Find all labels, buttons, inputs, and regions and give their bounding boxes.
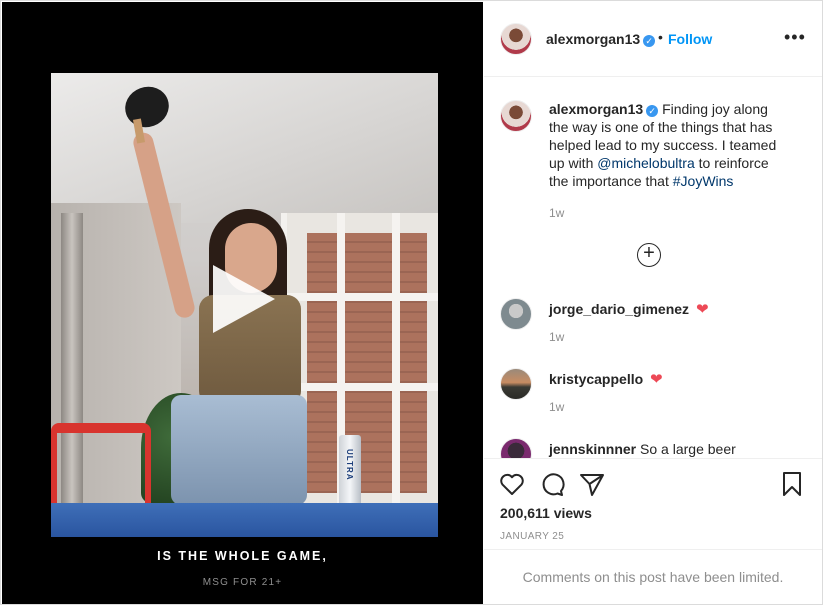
comment-body: So a large beer (640, 441, 736, 457)
video-caption-sub: MSG FOR 21+ (202, 577, 283, 588)
video-caption-main: IS THE WHOLE GAME, (157, 549, 328, 563)
avatar[interactable] (500, 100, 532, 132)
comments-section[interactable]: alexmorgan13 ✓ Finding joy along the way … (484, 78, 822, 458)
mention-link[interactable]: @michelobultra (597, 155, 694, 171)
follow-button[interactable]: Follow (668, 31, 712, 47)
share-icon[interactable] (578, 470, 606, 498)
action-bar (498, 470, 808, 498)
comment-text: jennskinnner So a large beer (549, 440, 789, 458)
view-count[interactable]: 200,611 views (500, 505, 592, 521)
video-scene-brick (307, 233, 427, 493)
beer-can-image: ULTRA (339, 435, 361, 507)
post-header: alexmorgan13 ✓ • Follow ••• (484, 2, 822, 77)
post-modal: ULTRA IS THE WHOLE GAME, MSG FOR 21+ ale… (0, 0, 823, 605)
comments-limited-notice: Comments on this post have been limited. (522, 569, 784, 585)
more-options-icon[interactable]: ••• (784, 28, 806, 46)
footer-divider (484, 549, 822, 550)
bookmark-icon[interactable] (778, 470, 806, 498)
caption-username[interactable]: alexmorgan13 (549, 101, 643, 117)
comment-username[interactable]: jennskinnner (549, 441, 636, 457)
comment-username[interactable]: jorge_dario_gimenez (549, 301, 689, 317)
header-username[interactable]: alexmorgan13 (546, 31, 640, 47)
verified-badge-icon: ✓ (643, 35, 656, 47)
play-icon[interactable] (213, 265, 275, 333)
window-mullion (287, 293, 438, 301)
comment-text: jorge_dario_gimenez ❤ (549, 300, 789, 319)
comment-time[interactable]: 1w (549, 330, 564, 344)
comment-icon[interactable] (538, 470, 566, 498)
comment-username[interactable]: kristycappello (549, 371, 643, 387)
video-frame[interactable]: ULTRA (51, 73, 438, 537)
verified-badge-icon: ✓ (646, 105, 659, 117)
comment-text: kristycappello ❤ (549, 370, 789, 389)
caption-text: alexmorgan13 ✓ Finding joy along the way … (549, 100, 789, 190)
video-scene-table (51, 503, 438, 537)
actions-divider (484, 458, 822, 459)
window-mullion (287, 383, 438, 391)
avatar[interactable] (500, 23, 532, 55)
red-heart-emoji: ❤ (650, 371, 663, 388)
avatar[interactable] (500, 368, 532, 400)
post-sidebar: alexmorgan13 ✓ • Follow ••• alexmorgan13 ✓… (484, 2, 822, 604)
heart-icon[interactable] (498, 470, 526, 498)
post-date[interactable]: JANUARY 25 (500, 531, 564, 542)
video-scene-ceiling (51, 73, 438, 223)
video-scene-shorts (171, 395, 307, 505)
red-heart-emoji: ❤ (695, 301, 709, 318)
window-mullion (392, 213, 400, 513)
load-more-comments-icon[interactable]: + (637, 243, 661, 267)
beer-can-text: ULTRA (345, 449, 354, 481)
hashtag-link[interactable]: #JoyWins (673, 173, 734, 189)
avatar[interactable] (500, 438, 532, 458)
caption-time[interactable]: 1w (549, 206, 564, 220)
header-separator: • (658, 29, 663, 45)
avatar[interactable] (500, 298, 532, 330)
comment-time[interactable]: 1w (549, 400, 564, 414)
header-username-block: alexmorgan13 ✓ (546, 31, 656, 49)
video-panel[interactable]: ULTRA IS THE WHOLE GAME, MSG FOR 21+ (2, 2, 483, 604)
